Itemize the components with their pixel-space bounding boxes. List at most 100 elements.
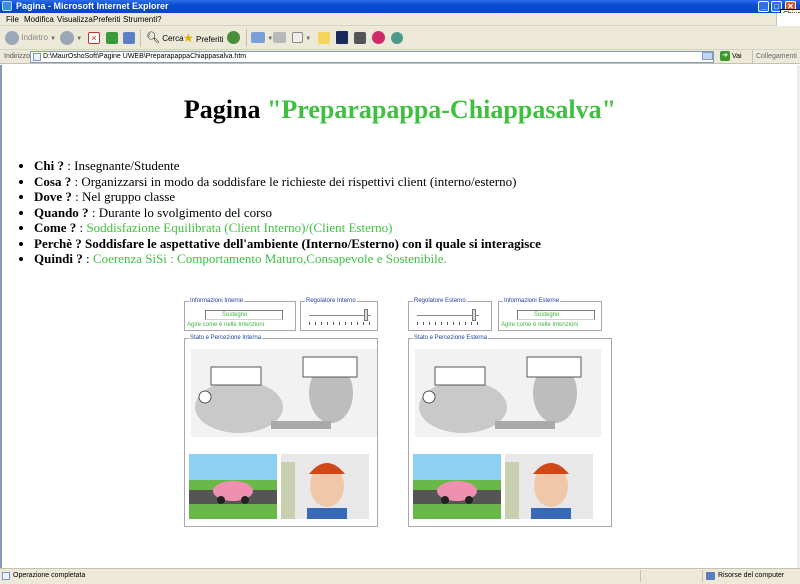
menu-preferiti[interactable]: Preferiti <box>93 13 121 26</box>
info-external-hint: Agire come è nelle Intenzioni <box>501 322 579 328</box>
toolbar-separator <box>140 29 141 47</box>
menu-visualizza[interactable]: Visualizza <box>57 13 93 26</box>
stop-button[interactable]: × <box>88 30 100 46</box>
facts-list: Chi ? : Insegnante/Studente Cosa ? : Org… <box>24 158 541 267</box>
info-external-group: Informazioni Esterne Sostegno Agire come… <box>498 297 602 331</box>
info-internal-hint: Agire come è nelle Intenzioni <box>187 322 265 328</box>
computer-icon <box>706 572 715 580</box>
status-bar: Operazione completata Risorse del comput… <box>0 568 800 584</box>
fact-perche: Perchè ? Soddisfare le aspettative dell'… <box>34 236 541 252</box>
page-icon <box>2 572 10 580</box>
chevron-down-icon: ▼ <box>50 36 57 42</box>
chevron-down-icon: ▼ <box>76 36 83 42</box>
applet-external: Regolatore Esterno Informazioni Esterne … <box>406 297 612 527</box>
status-text: Operazione completata <box>13 572 86 579</box>
state-internal-group: Stato e Percezione Interna <box>184 334 378 527</box>
discuss-button[interactable] <box>318 30 330 46</box>
chevron-down-icon: ▼ <box>305 36 312 42</box>
home-icon <box>123 31 135 44</box>
zone-text: Risorse del computer <box>718 572 785 579</box>
address-dropdown[interactable] <box>702 52 713 60</box>
address-label: Indirizzo <box>4 53 31 60</box>
research-button[interactable] <box>336 30 348 46</box>
edit-icon <box>292 32 303 44</box>
toolbar-separator <box>246 29 247 47</box>
windows-logo-icon <box>776 13 800 26</box>
star-icon: ★ <box>183 31 194 45</box>
regulator-internal-thumb[interactable] <box>364 309 369 321</box>
history-button[interactable] <box>227 30 240 46</box>
go-arrow-icon: ➜ <box>720 51 730 62</box>
menu-modifica[interactable]: Modifica <box>24 13 54 26</box>
status-separator <box>702 570 703 582</box>
face-image <box>505 454 593 519</box>
fact-chi: Chi ? : Insegnante/Studente <box>34 158 541 174</box>
address-bar: Indirizzo D:\MaurOshoSoft\Pagine UWEB\Pr… <box>0 50 800 64</box>
links-button[interactable]: Collegamenti <box>752 50 797 64</box>
fact-cosa: Cosa ? : Organizzarsi in modo da soddisf… <box>34 174 541 190</box>
info-internal-field[interactable]: Sostegno <box>205 310 283 320</box>
menu-strumenti[interactable]: Strumenti <box>123 13 157 26</box>
minimize-button[interactable]: _ <box>758 1 769 12</box>
edit-button[interactable]: ▼ <box>292 30 311 46</box>
h-icon <box>336 31 348 45</box>
search-icon: 🔍︎ <box>146 32 160 44</box>
info-external-field[interactable]: Sostegno <box>517 310 595 320</box>
favorites-button[interactable]: ★ Preferiti <box>183 30 224 46</box>
ie-icon <box>2 1 12 11</box>
page-heading: Pagina "Preparapappa-Chiappasalva" <box>183 95 617 124</box>
applet-internal: Informazioni Interne Sostegno Agire come… <box>182 297 388 527</box>
go-button[interactable]: ➜ Vai <box>720 50 742 64</box>
window-titlebar: Pagina - Microsoft Internet Explorer _ □… <box>0 0 800 13</box>
media-icon <box>372 31 385 45</box>
fact-quindi: Quindi ? : Coerenza SiSi : Comportamento… <box>34 251 541 267</box>
regulator-internal-group: Regolatore Interno <box>300 297 378 331</box>
film-icon <box>354 31 366 44</box>
print-button[interactable] <box>273 30 286 46</box>
state-external-group: Stato e Percezione Esterna <box>408 334 612 527</box>
menu-file[interactable]: File <box>6 13 19 26</box>
mail-button[interactable]: ▼ <box>251 30 273 46</box>
window-title: Pagina - Microsoft Internet Explorer <box>16 1 169 11</box>
cartoon-image <box>415 349 601 437</box>
regulator-internal-ticks <box>309 322 371 325</box>
forward-arrow-icon <box>60 30 74 45</box>
stop-icon: × <box>88 31 100 44</box>
fact-quando: Quando ? : Durante lo svolgimento del co… <box>34 205 541 221</box>
address-value: D:\MaurOshoSoft\Pagine UWEB\Preparapappa… <box>43 53 247 60</box>
info-internal-group: Informazioni Interne Sostegno Agire come… <box>184 297 296 331</box>
home-button[interactable] <box>123 30 135 46</box>
people-icon <box>391 31 403 44</box>
car-image <box>413 454 501 519</box>
face-image <box>281 454 369 519</box>
menu-bar: File Modifica Visualizza Preferiti Strum… <box>0 13 800 26</box>
forward-button[interactable]: ▼ <box>60 30 82 46</box>
printer-icon <box>273 32 286 44</box>
regulator-internal-track[interactable] <box>309 315 371 317</box>
back-button[interactable]: Indietro ▼ <box>5 30 56 46</box>
mail-icon <box>251 32 265 44</box>
history-icon <box>227 31 240 45</box>
page-viewport: Pagina "Preparapappa-Chiappasalva" Chi ?… <box>0 65 800 568</box>
fact-dove: Dove ? : Nel gruppo classe <box>34 189 541 205</box>
media-button[interactable] <box>372 30 385 46</box>
standard-toolbar: Indietro ▼ ▼ × 🔍︎ Cerca ★ Preferiti ▼ ▼ <box>0 26 800 50</box>
car-image <box>189 454 277 519</box>
back-arrow-icon <box>5 30 19 45</box>
messenger-button[interactable] <box>354 30 366 46</box>
menu-help[interactable]: ? <box>157 13 161 26</box>
fact-come: Come ? : Soddisfazione Equilibrata (Clie… <box>34 220 541 236</box>
search-button[interactable]: 🔍︎ Cerca <box>146 30 184 46</box>
extra-button[interactable] <box>391 30 403 46</box>
regulator-external-thumb[interactable] <box>472 309 477 321</box>
note-icon <box>318 31 330 44</box>
regulator-external-track[interactable] <box>417 315 479 317</box>
cartoon-image <box>191 349 377 437</box>
regulator-external-ticks <box>417 322 479 325</box>
refresh-button[interactable] <box>106 30 118 46</box>
address-input[interactable]: D:\MaurOshoSoft\Pagine UWEB\Preparapappa… <box>30 51 714 63</box>
refresh-icon <box>106 31 118 44</box>
status-separator <box>640 570 641 582</box>
regulator-external-group: Regolatore Esterno <box>408 297 492 331</box>
page-icon <box>33 53 41 61</box>
